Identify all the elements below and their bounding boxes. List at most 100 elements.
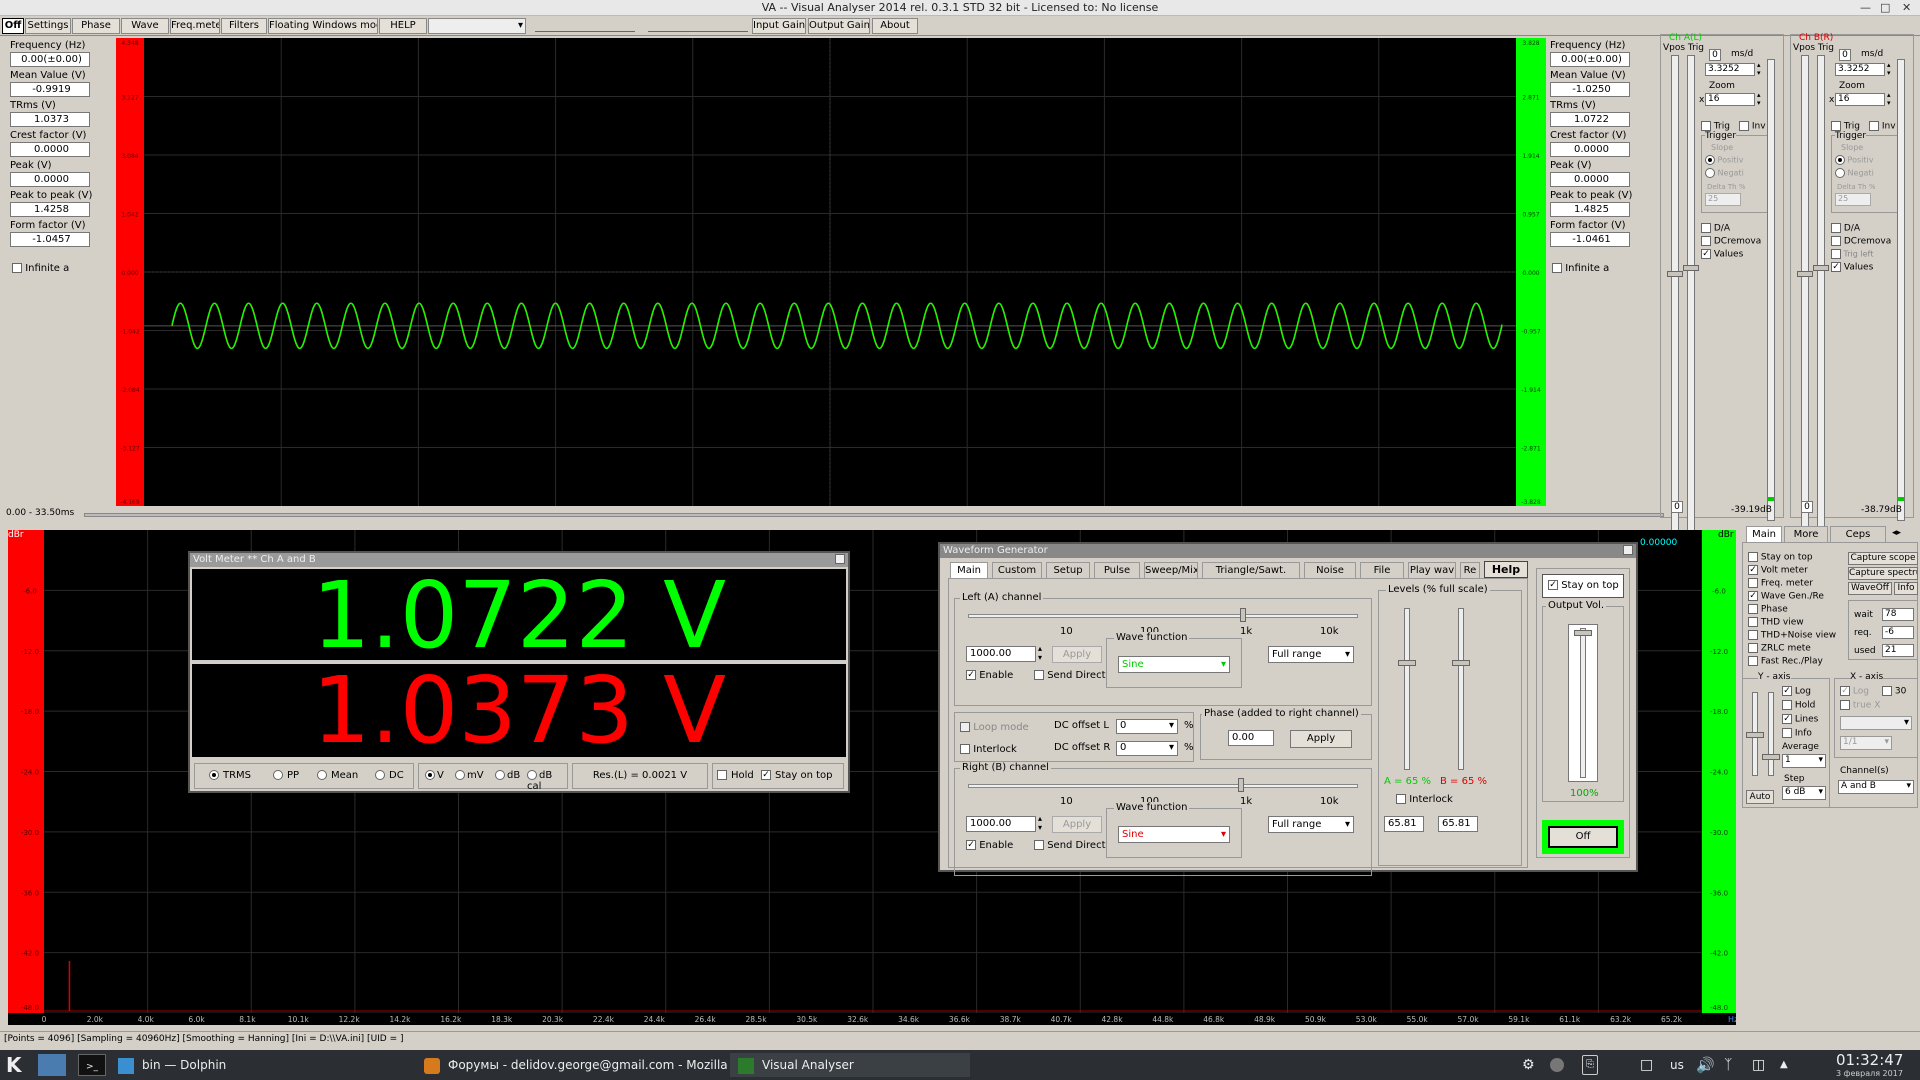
y-check-log[interactable]: ✓ Log [1782,686,1811,697]
y-axis-knob[interactable] [1746,732,1764,738]
dc-offset-r-select[interactable]: 0 ▾ [1116,741,1178,756]
tab-trianglesawt[interactable]: Triangle/Sawt. [1202,562,1300,578]
ms-div-zero[interactable]: 0 [1839,49,1851,61]
network-icon[interactable]: ◫ [1752,1053,1765,1077]
vpos-knob[interactable] [1667,271,1683,277]
level-b-slider[interactable] [1458,608,1464,770]
positive-radio[interactable]: Positiv [1705,155,1743,165]
freq-meter-button[interactable]: Freq.meter [170,18,220,34]
right-freq-slider[interactable] [968,784,1358,788]
devices-icon[interactable]: □ [1640,1053,1653,1077]
ms-div-spinner[interactable]: ▴ ▾ [1887,61,1891,77]
level-b-input[interactable]: 65.81 [1438,816,1478,832]
left-freq-knob[interactable] [1240,608,1246,622]
stay-on-top-checkbox[interactable]: ✓ Stay on top [761,770,833,781]
ms-div-value[interactable]: 3.3252 [1705,63,1755,76]
help-button[interactable]: Help [1484,561,1528,578]
task-firefox[interactable]: Форумы - delidov.george@gmail.com - Mozi… [424,1053,728,1077]
left-apply-button[interactable]: Apply [1052,646,1102,663]
rp-check-3[interactable]: ✓ Wave Gen./Re [1748,591,1824,602]
trig-checkbox[interactable]: Trig [1701,121,1730,132]
zoom-value[interactable]: 16 [1835,93,1885,106]
status-icon[interactable] [1550,1058,1564,1072]
filters-button[interactable]: Filters [221,18,267,34]
radio[interactable] [317,770,327,780]
left-range-select[interactable]: Full range ▾ [1268,646,1354,663]
help-button[interactable]: HELP [379,18,427,34]
timing-value[interactable]: -6 [1882,626,1914,639]
rp-tab-scroll[interactable]: ◂▸ [1892,528,1901,538]
left-send-direct-checkbox[interactable]: Send Direct [1034,670,1106,681]
rp-check-7[interactable]: ZRLC mete [1748,643,1811,654]
waveform-generator-window[interactable]: Waveform Generator ✕ Main Custom Setup Puls… [938,542,1638,876]
x-log-checkbox[interactable]: ✓ Log [1840,686,1869,697]
right-freq-spinner[interactable]: ▴ ▾ [1038,814,1042,832]
right-enable-checkbox[interactable]: ✓ Enable [966,840,1013,851]
mode-radio-trms[interactable]: TRMS [209,770,251,781]
right-apply-button[interactable]: Apply [1052,816,1102,833]
dcremove-checkbox[interactable]: DCremova [1701,236,1761,247]
positive-radio[interactable]: Positiv [1835,155,1873,165]
zoom-value[interactable]: 16 [1705,93,1755,106]
step-select[interactable]: 6 dB ▾ [1782,786,1826,800]
phase-apply-button[interactable]: Apply [1290,730,1352,748]
right-wave-select[interactable]: Sine ▾ [1118,826,1230,843]
output-gain-button[interactable]: Output Gain [808,18,870,34]
tab-file[interactable]: File [1360,562,1404,578]
x-30-checkbox[interactable]: 30 [1882,686,1906,697]
timing-value[interactable]: 78 [1882,608,1914,621]
vpos-slider[interactable] [1801,55,1809,535]
zero-button[interactable]: 0 [1801,501,1813,513]
infinite-a-left[interactable]: Infinite a [12,263,69,274]
dcremove-checkbox[interactable]: DCremova [1831,236,1891,247]
ratio-select[interactable]: 1/1 ▾ [1840,736,1892,750]
capture-scope-button[interactable]: Capture scope [1848,552,1918,565]
auto-button[interactable]: Auto [1746,790,1774,804]
bluetooth-icon[interactable]: ᛉ [1724,1053,1732,1077]
unit-radio-1[interactable]: mV [455,770,484,781]
capture-spectrum-button[interactable]: Capture spectrum [1848,567,1918,580]
rp-tab-more[interactable]: More [1784,526,1828,542]
x-true-checkbox[interactable]: true X [1840,700,1880,711]
rp-tab-main[interactable]: Main [1746,526,1782,542]
desktop-icon[interactable] [38,1054,66,1076]
rp-check-6[interactable]: THD+Noise view [1748,630,1836,641]
infinite-a-right[interactable]: Infinite a [1552,263,1609,274]
left-enable-checkbox[interactable]: ✓ Enable [966,670,1013,681]
radio[interactable] [273,770,283,780]
mode-radio-pp[interactable]: PP [273,770,299,781]
delta-value[interactable]: 25 [1835,193,1871,206]
about-button[interactable]: About [872,18,918,34]
right-range-select[interactable]: Full range ▾ [1268,816,1354,833]
unit-radio-0[interactable]: V [425,770,444,781]
negative-radio[interactable]: Negati [1835,168,1874,178]
ms-div-spinner[interactable]: ▴ ▾ [1757,61,1761,77]
zoom-spinner[interactable]: ▴ ▾ [1887,91,1891,107]
tab-playwav[interactable]: Play wav [1408,562,1456,578]
da-checkbox[interactable]: D/A [1831,223,1860,234]
zero-button[interactable]: 0 [1671,501,1683,513]
level-a-knob[interactable] [1398,660,1416,666]
tab-main[interactable]: Main [950,562,988,578]
left-wave-select[interactable]: Sine ▾ [1118,656,1230,673]
volume-icon[interactable]: 🔊 [1696,1053,1715,1077]
inv-checkbox[interactable]: Inv [1739,121,1766,132]
radio[interactable] [495,770,505,780]
vpos-slider[interactable] [1671,55,1679,535]
left-freq-spinner[interactable]: ▴ ▾ [1038,644,1042,662]
unit-radio-3[interactable]: dB cal [527,770,567,792]
y-axis-knob-2[interactable] [1762,754,1780,760]
right-freq-knob[interactable] [1238,778,1244,792]
terminal-icon[interactable]: >_ [78,1054,106,1076]
trig-slider[interactable] [1687,55,1695,535]
ms-div-zero[interactable]: 0 [1709,49,1721,61]
rp-check-8[interactable]: Fast Rec./Play [1748,656,1823,667]
level-b-knob[interactable] [1452,660,1470,666]
loop-mode-checkbox[interactable]: Loop mode [960,722,1029,733]
tab-setup[interactable]: Setup [1046,562,1090,578]
trig-knob[interactable] [1683,265,1699,271]
task-visual-analyser[interactable]: Visual Analyser [730,1053,970,1077]
input-gain-slider[interactable] [535,20,635,32]
dc-offset-l-select[interactable]: 0 ▾ [1116,719,1178,734]
tab-sweepmix[interactable]: Sweep/Mix [1144,562,1198,578]
